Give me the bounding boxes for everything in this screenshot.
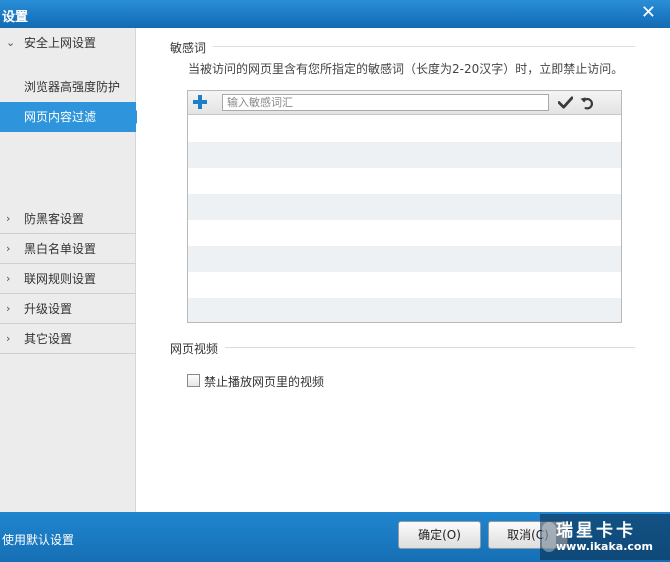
sidebar-item-safe-browsing[interactable]: ⌄ 安全上网设置 [0,28,136,58]
sidebar-item-label: 黑白名单设置 [24,242,97,256]
block-video-label: 禁止播放网页里的视频 [204,375,325,389]
list-item[interactable] [188,246,621,272]
chevron-down-icon: ⌄ [6,36,16,49]
sidebar-item-upgrade[interactable]: › 升级设置 [0,294,136,324]
logo-disk [542,522,556,552]
sidebar-item-label: 联网规则设置 [24,272,97,286]
chevron-right-icon: › [6,332,11,345]
sidebar-item-label: 升级设置 [24,302,73,316]
chevron-right-icon: › [6,272,11,285]
list-rows [188,116,621,322]
sidebar-item-other[interactable]: › 其它设置 [0,324,136,354]
title-bar: 设置 ✕ [0,0,670,28]
watermark-logo: 瑞星卡卡 www.ikaka.com [540,514,670,560]
sidebar-item-label: 网页内容过滤 [24,110,97,124]
list-item[interactable] [188,220,621,246]
web-video-heading: 网页视频 [170,342,219,356]
sensitive-words-heading: 敏感词 [170,41,207,55]
sidebar-item-black-white-list[interactable]: › 黑白名单设置 [0,234,136,264]
list-toolbar [188,91,621,115]
window-title: 设置 [2,10,29,25]
sidebar-item-label: 安全上网设置 [24,36,97,50]
list-item[interactable] [188,298,621,322]
checkmark-icon[interactable] [558,95,573,110]
close-icon[interactable]: ✕ [641,3,656,23]
sidebar: ⌄ 安全上网设置 浏览器高强度防护 网页内容过滤 › 防黑客设置 › 黑白名单设… [0,28,143,512]
sidebar-item-label: 防黑客设置 [24,212,85,226]
section-divider [225,347,635,348]
sidebar-item-label: 浏览器高强度防护 [24,80,121,94]
list-item[interactable] [188,168,621,194]
plus-icon[interactable] [192,94,208,110]
ok-button[interactable]: 确定(O) [398,521,481,549]
sidebar-item-content-filter[interactable]: 网页内容过滤 [0,102,143,132]
sensitive-words-list [187,90,622,323]
chevron-right-icon: › [6,212,11,225]
sensitive-word-input[interactable] [222,94,549,111]
list-item[interactable] [188,272,621,298]
sidebar-item-network-rules[interactable]: › 联网规则设置 [0,264,136,294]
watermark-url: www.ikaka.com [556,540,653,553]
list-item[interactable] [188,116,621,142]
block-video-checkbox[interactable] [187,374,200,387]
restore-defaults-link[interactable]: 使用默认设置 [2,531,74,548]
sensitive-words-description: 当被访问的网页里含有您所指定的敏感词（长度为2-20汉字）时，立即禁止访问。 [188,62,624,76]
list-item[interactable] [188,142,621,168]
chevron-right-icon: › [6,242,11,255]
undo-icon[interactable] [580,95,595,110]
list-item[interactable] [188,194,621,220]
watermark-title: 瑞星卡卡 [556,521,636,541]
main-panel: 敏感词 当被访问的网页里含有您所指定的敏感词（长度为2-20汉字）时，立即禁止访… [137,28,670,512]
chevron-right-icon: › [6,302,11,315]
sidebar-item-anti-hacker[interactable]: › 防黑客设置 [0,204,136,234]
sidebar-item-label: 其它设置 [24,332,73,346]
section-divider [213,46,635,47]
sidebar-item-browser-protection[interactable]: 浏览器高强度防护 [0,72,136,102]
